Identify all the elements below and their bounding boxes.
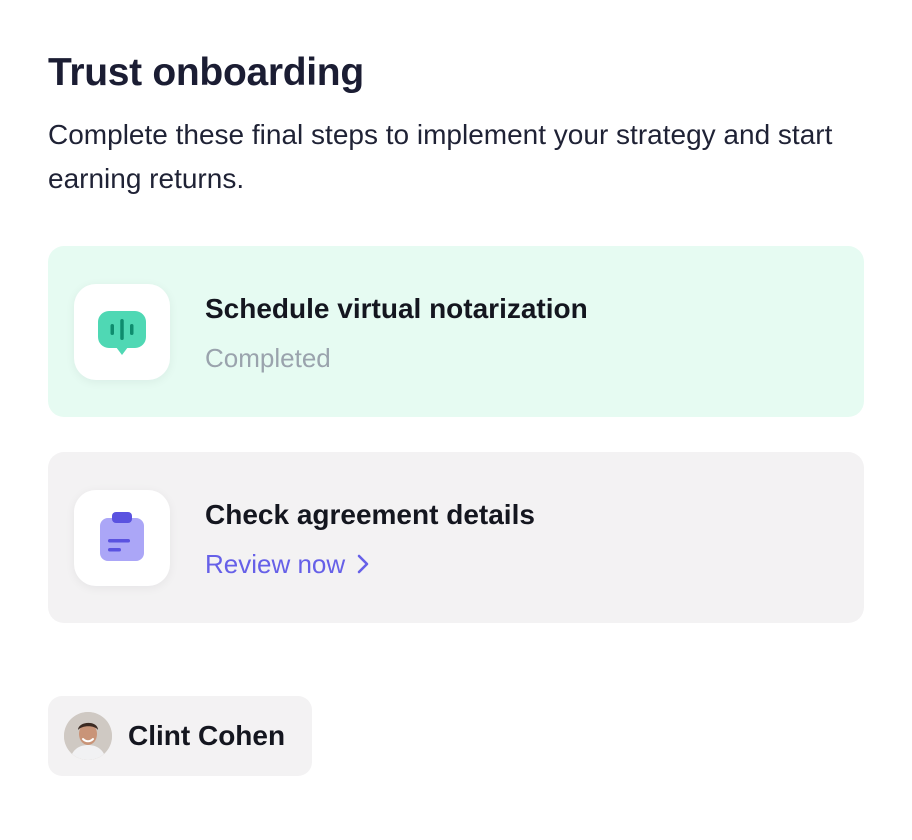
step-icon-tile: [74, 284, 170, 380]
page-subtitle: Complete these final steps to implement …: [48, 119, 833, 194]
chat-bubble-waveform-icon: [98, 311, 146, 355]
chevron-right-icon: [357, 554, 369, 574]
avatar: [64, 712, 112, 760]
user-chip[interactable]: Clint Cohen: [48, 696, 312, 776]
step-status: Completed: [205, 343, 331, 373]
review-now-link[interactable]: Review now: [205, 548, 369, 580]
step-card-notarization[interactable]: Schedule virtual notarization Completed: [48, 246, 864, 417]
step-icon-tile: [74, 490, 170, 586]
step-title: Schedule virtual notarization: [205, 293, 588, 324]
page-title: Trust onboarding: [48, 51, 364, 94]
step-card-agreement[interactable]: Check agreement details Review now: [48, 452, 864, 623]
step-title: Check agreement details: [205, 499, 535, 530]
user-name: Clint Cohen: [128, 720, 286, 751]
clipboard-icon: [100, 512, 144, 561]
user-avatar-icon: [64, 712, 112, 760]
review-now-label: Review now: [205, 549, 346, 579]
